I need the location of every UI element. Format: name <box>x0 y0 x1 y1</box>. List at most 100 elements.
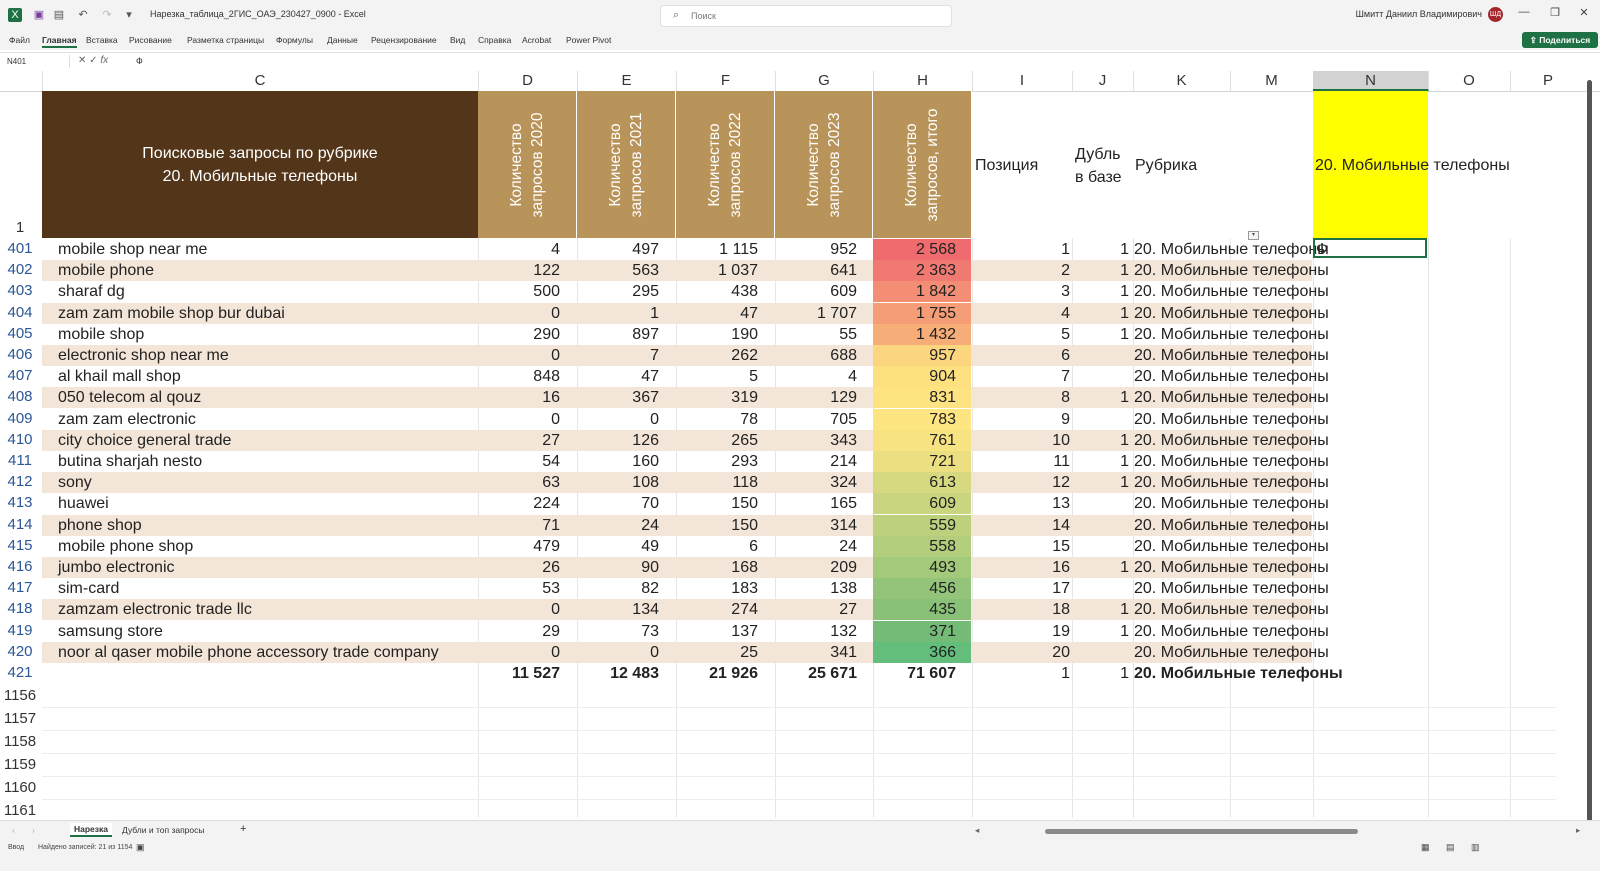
table-cell-2020[interactable]: 0 <box>478 599 560 620</box>
row-header[interactable]: 405 <box>0 325 40 342</box>
minimize-icon[interactable]: — <box>1514 6 1534 18</box>
table-cell-2023[interactable]: 1 707 <box>775 303 857 324</box>
table-cell-2022[interactable]: 150 <box>676 493 758 514</box>
table-cell-2020[interactable]: 0 <box>478 345 560 366</box>
search-input[interactable]: ⌕ Поиск <box>660 5 952 27</box>
redo-icon[interactable]: ↷ <box>100 8 114 22</box>
table-cell-category[interactable]: 20. Мобильные телефоны <box>1134 621 1329 642</box>
table-cell-2022[interactable]: 438 <box>676 281 758 302</box>
table-cell-position[interactable]: 12 <box>972 472 1070 493</box>
table-cell-2021[interactable]: 70 <box>577 493 659 514</box>
table-cell-2023[interactable]: 27 <box>775 599 857 620</box>
undo-icon[interactable]: ↶ <box>76 8 90 22</box>
table-cell-2020[interactable]: 4 <box>478 239 560 260</box>
table-cell-query[interactable]: mobile phone <box>58 260 154 281</box>
table-cell-category[interactable]: 20. Мобильные телефоны <box>1134 366 1329 387</box>
table-cell-2022[interactable]: 6 <box>676 536 758 557</box>
table-cell-position[interactable]: 16 <box>972 557 1070 578</box>
table-cell-2021[interactable]: 90 <box>577 557 659 578</box>
table-cell-2020[interactable]: 848 <box>478 366 560 387</box>
row-header[interactable]: 411 <box>0 452 40 469</box>
table-cell-2021[interactable]: 563 <box>577 260 659 281</box>
select-all-corner[interactable] <box>0 71 43 91</box>
table-cell-total[interactable]: 609 <box>873 493 956 514</box>
table-cell-2023[interactable]: 314 <box>775 515 857 536</box>
table-cell-2021[interactable]: 134 <box>577 599 659 620</box>
header-cell-d[interactable]: Количество запросов 2020 <box>478 91 577 238</box>
table-cell-category[interactable]: 20. Мобильные телефоны <box>1134 536 1329 557</box>
table-cell-total[interactable]: 558 <box>873 536 956 557</box>
table-cell-query[interactable]: sharaf dg <box>58 281 125 302</box>
total-2020[interactable]: 11 527 <box>478 663 560 684</box>
row-header[interactable]: 406 <box>0 346 40 363</box>
next-sheet-icon[interactable]: › <box>32 825 35 835</box>
page-layout-view-icon[interactable]: ▤ <box>1446 842 1455 853</box>
table-cell-position[interactable]: 18 <box>972 599 1070 620</box>
table-cell-position[interactable]: 8 <box>972 387 1070 408</box>
table-cell-category[interactable]: 20. Мобильные телефоны <box>1134 430 1329 451</box>
table-cell-2023[interactable]: 209 <box>775 557 857 578</box>
row-header[interactable]: 401 <box>0 240 40 257</box>
table-cell-2021[interactable]: 0 <box>577 409 659 430</box>
tab-file[interactable]: Файл <box>9 35 30 45</box>
table-cell-2022[interactable]: 78 <box>676 409 758 430</box>
table-cell-position[interactable]: 1 <box>972 239 1070 260</box>
column-header-m[interactable]: M <box>1230 71 1314 91</box>
row-header[interactable]: 419 <box>0 622 40 639</box>
table-cell-2020[interactable]: 63 <box>478 472 560 493</box>
table-cell-query[interactable]: zam zam electronic <box>58 409 196 430</box>
row-header-empty[interactable]: 1159 <box>0 756 40 773</box>
row-header[interactable]: 408 <box>0 388 40 405</box>
table-cell-duplicate[interactable]: 1 <box>1072 239 1129 260</box>
table-cell-position[interactable]: 13 <box>972 493 1070 514</box>
row-header[interactable]: 413 <box>0 494 40 511</box>
row-header-empty[interactable]: 1156 <box>0 687 40 704</box>
table-cell-2021[interactable]: 295 <box>577 281 659 302</box>
table-cell-position[interactable]: 14 <box>972 515 1070 536</box>
table-cell-total[interactable]: 831 <box>873 387 956 408</box>
table-cell-2021[interactable]: 73 <box>577 621 659 642</box>
table-cell-query[interactable]: mobile shop <box>58 324 144 345</box>
scroll-right-icon[interactable]: ▸ <box>1576 825 1580 836</box>
table-cell-2022[interactable]: 1 037 <box>676 260 758 281</box>
confirm-icon[interactable]: ✓ <box>89 55 97 66</box>
table-cell-total[interactable]: 904 <box>873 366 956 387</box>
tab-home[interactable]: Главная <box>42 35 77 48</box>
table-cell-total[interactable]: 613 <box>873 472 956 493</box>
table-cell-total[interactable]: 371 <box>873 621 956 642</box>
table-cell-2022[interactable]: 25 <box>676 642 758 663</box>
tab-page-layout[interactable]: Разметка страницы <box>187 35 264 45</box>
row-header-1[interactable]: 1 <box>0 219 40 236</box>
row-header[interactable]: 414 <box>0 516 40 533</box>
table-cell-category[interactable]: 20. Мобильные телефоны <box>1134 493 1329 514</box>
table-cell-duplicate[interactable]: 1 <box>1072 324 1129 345</box>
table-cell-query[interactable]: zam zam mobile shop bur dubai <box>58 303 285 324</box>
table-cell-position[interactable]: 15 <box>972 536 1070 557</box>
column-header-k[interactable]: K <box>1133 71 1231 91</box>
sheet-tab-dubli[interactable]: Дубли и топ запросы <box>122 825 205 835</box>
row-header[interactable]: 403 <box>0 282 40 299</box>
table-cell-category[interactable]: 20. Мобильные телефоны <box>1134 599 1329 620</box>
header-label-j[interactable]: Дубль в базе <box>1075 143 1131 189</box>
table-cell-category[interactable]: 20. Мобильные телефоны <box>1134 260 1329 281</box>
table-cell-2020[interactable]: 54 <box>478 451 560 472</box>
table-cell-duplicate[interactable]: 1 <box>1072 599 1129 620</box>
view-toggle-icon[interactable]: ▤ <box>52 8 66 22</box>
table-cell-category[interactable]: 20. Мобильные телефоны <box>1134 578 1329 599</box>
total-2022[interactable]: 21 926 <box>676 663 758 684</box>
table-cell-query[interactable]: phone shop <box>58 515 142 536</box>
table-cell-2022[interactable]: 47 <box>676 303 758 324</box>
table-cell-query[interactable]: butina sharjah nesto <box>58 451 202 472</box>
table-cell-total[interactable]: 2 568 <box>873 239 956 260</box>
total-2021[interactable]: 12 483 <box>577 663 659 684</box>
table-cell-2022[interactable]: 293 <box>676 451 758 472</box>
table-cell-2023[interactable]: 641 <box>775 260 857 281</box>
table-cell-total[interactable]: 493 <box>873 557 956 578</box>
restore-icon[interactable]: ❐ <box>1545 6 1565 19</box>
table-cell-position[interactable]: 20 <box>972 642 1070 663</box>
header-cell-h[interactable]: Количество запросов, итого <box>873 91 972 238</box>
table-cell-query[interactable]: samsung store <box>58 621 163 642</box>
table-cell-2023[interactable]: 341 <box>775 642 857 663</box>
table-cell-query[interactable]: mobile shop near me <box>58 239 207 260</box>
table-cell-2023[interactable]: 138 <box>775 578 857 599</box>
